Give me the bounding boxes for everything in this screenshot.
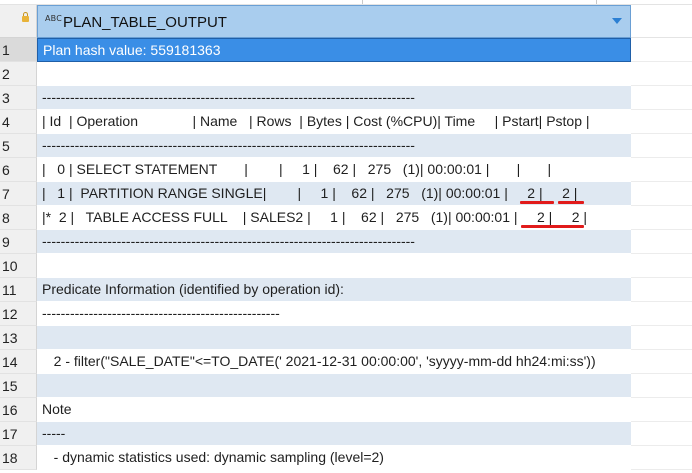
- table-row[interactable]: 11 Predicate Information (identified by o…: [0, 278, 692, 302]
- row-empty-area: [631, 206, 692, 230]
- table-row[interactable]: 4 | Id | Operation | Name | Rows | Bytes …: [0, 110, 692, 134]
- row-empty-area: [631, 422, 692, 446]
- table-cell[interactable]: - dynamic statistics used: dynamic sampl…: [37, 446, 631, 470]
- red-underline-annotation: [553, 225, 584, 228]
- row-number[interactable]: 5: [0, 134, 37, 158]
- table-row[interactable]: 17 -----: [0, 422, 692, 446]
- row-number[interactable]: 18: [0, 446, 37, 470]
- row-number[interactable]: 17: [0, 422, 37, 446]
- table-row[interactable]: 9 ---------------------------------------…: [0, 230, 692, 254]
- row-number[interactable]: 8: [0, 206, 37, 230]
- row-number[interactable]: 12: [0, 302, 37, 326]
- lock-icon: [22, 12, 29, 22]
- row-empty-area: [631, 134, 692, 158]
- table-cell[interactable]: ----------------------------------------…: [37, 230, 631, 254]
- table-row[interactable]: 5 ---------------------------------------…: [0, 134, 692, 158]
- table-row[interactable]: 10: [0, 254, 692, 278]
- row-number[interactable]: 15: [0, 374, 37, 398]
- row-number[interactable]: 2: [0, 62, 37, 86]
- table-cell[interactable]: 2 - filter("SALE_DATE"<=TO_DATE(' 2021-1…: [37, 350, 631, 374]
- table-cell[interactable]: Plan hash value: 559181363: [37, 38, 631, 62]
- table-cell[interactable]: ----------------------------------------…: [37, 302, 631, 326]
- table-cell[interactable]: Predicate Information (identified by ope…: [37, 278, 631, 302]
- row-number[interactable]: 9: [0, 230, 37, 254]
- row-number[interactable]: 10: [0, 254, 37, 278]
- table-row[interactable]: 15: [0, 374, 692, 398]
- result-grid: ABC PLAN_TABLE_OUTPUT 1 Plan hash value: …: [0, 5, 692, 470]
- column-title: PLAN_TABLE_OUTPUT: [63, 14, 227, 31]
- header-empty-area: [631, 5, 692, 38]
- table-row[interactable]: 7 | 1 | PARTITION RANGE SINGLE| | 1 | 62 …: [0, 182, 692, 206]
- table-cell[interactable]: Note: [37, 398, 631, 422]
- row-empty-area: [631, 158, 692, 182]
- red-underline-annotation: [520, 201, 554, 204]
- table-row[interactable]: 1 Plan hash value: 559181363: [0, 38, 692, 62]
- row-number[interactable]: 14: [0, 350, 37, 374]
- column-header-plan-table-output[interactable]: ABC PLAN_TABLE_OUTPUT: [37, 5, 631, 38]
- row-empty-area: [631, 446, 692, 470]
- table-row[interactable]: 3 ---------------------------------------…: [0, 86, 692, 110]
- row-number[interactable]: 16: [0, 398, 37, 422]
- row-empty-area: [631, 182, 692, 206]
- row-number[interactable]: 11: [0, 278, 37, 302]
- row-number[interactable]: 7: [0, 182, 37, 206]
- red-underline-annotation: [521, 225, 555, 228]
- grid-header: ABC PLAN_TABLE_OUTPUT: [0, 5, 692, 38]
- row-empty-area: [631, 254, 692, 278]
- table-cell[interactable]: ----------------------------------------…: [37, 86, 631, 110]
- table-row[interactable]: 13: [0, 326, 692, 350]
- row-number[interactable]: 13: [0, 326, 37, 350]
- text-type-icon: ABC: [45, 14, 63, 23]
- row-empty-area: [631, 110, 692, 134]
- row-empty-area: [631, 38, 692, 62]
- table-row[interactable]: 12 --------------------------------------…: [0, 302, 692, 326]
- divider: [596, 0, 597, 4]
- table-cell[interactable]: [37, 326, 631, 350]
- table-cell[interactable]: [37, 254, 631, 278]
- table-row[interactable]: 18 - dynamic statistics used: dynamic sa…: [0, 446, 692, 470]
- table-row[interactable]: 16 Note: [0, 398, 692, 422]
- row-number[interactable]: 6: [0, 158, 37, 182]
- table-row[interactable]: 8 |* 2 | TABLE ACCESS FULL | SALES2 | 1 |…: [0, 206, 692, 230]
- table-row[interactable]: 14 2 - filter("SALE_DATE"<=TO_DATE(' 202…: [0, 350, 692, 374]
- row-empty-area: [631, 326, 692, 350]
- row-empty-area: [631, 230, 692, 254]
- sort-dropdown-icon[interactable]: [612, 18, 622, 24]
- row-empty-area: [631, 86, 692, 110]
- row-number[interactable]: 4: [0, 110, 37, 134]
- grid-rows: 1 Plan hash value: 559181363 2 3 ---------…: [0, 38, 692, 470]
- grid-corner[interactable]: [0, 5, 37, 38]
- table-cell[interactable]: | 0 | SELECT STATEMENT | | 1 | 62 | 275 …: [37, 158, 631, 182]
- table-cell[interactable]: | Id | Operation | Name | Rows | Bytes |…: [37, 110, 631, 134]
- row-empty-area: [631, 398, 692, 422]
- row-number[interactable]: 3: [0, 86, 37, 110]
- red-underline-annotation: [558, 201, 584, 204]
- table-cell[interactable]: [37, 374, 631, 398]
- table-cell[interactable]: -----: [37, 422, 631, 446]
- table-cell[interactable]: [37, 62, 631, 86]
- row-empty-area: [631, 302, 692, 326]
- row-empty-area: [631, 350, 692, 374]
- divider: [362, 0, 363, 4]
- row-empty-area: [631, 278, 692, 302]
- row-empty-area: [631, 62, 692, 86]
- table-row[interactable]: 6 | 0 | SELECT STATEMENT | | 1 | 62 | 275…: [0, 158, 692, 182]
- table-row[interactable]: 2: [0, 62, 692, 86]
- row-empty-area: [631, 374, 692, 398]
- row-number[interactable]: 1: [0, 38, 37, 62]
- table-cell[interactable]: ----------------------------------------…: [37, 134, 631, 158]
